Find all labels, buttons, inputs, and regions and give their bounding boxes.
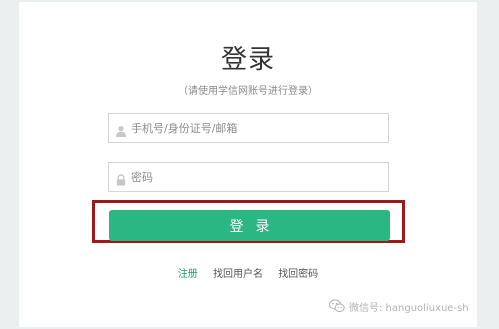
find-password-link[interactable]: 找回密码 xyxy=(278,269,318,280)
username-field[interactable] xyxy=(108,113,389,143)
login-button[interactable]: 登录 xyxy=(109,210,390,241)
page-title: 登录 xyxy=(220,45,275,75)
watermark-text: 微信号: hanguoliuxue-sh xyxy=(349,302,469,314)
username-input[interactable] xyxy=(131,114,381,142)
wechat-watermark: 微信号: hanguoliuxue-sh xyxy=(328,295,469,317)
account-links: 注册 找回用户名 找回密码 xyxy=(19,265,477,280)
login-card: 登录 （请使用学信网账号进行登录） 登录 注册 找回用户名 找回密码 xyxy=(19,2,477,327)
register-link[interactable]: 注册 xyxy=(178,269,198,280)
user-icon xyxy=(115,122,127,137)
password-input[interactable] xyxy=(131,163,381,191)
login-hint: （请使用学信网账号进行登录） xyxy=(178,86,318,97)
find-username-link[interactable]: 找回用户名 xyxy=(213,269,263,280)
lock-icon xyxy=(115,171,127,186)
password-field[interactable] xyxy=(108,162,389,192)
wechat-icon xyxy=(328,299,345,313)
